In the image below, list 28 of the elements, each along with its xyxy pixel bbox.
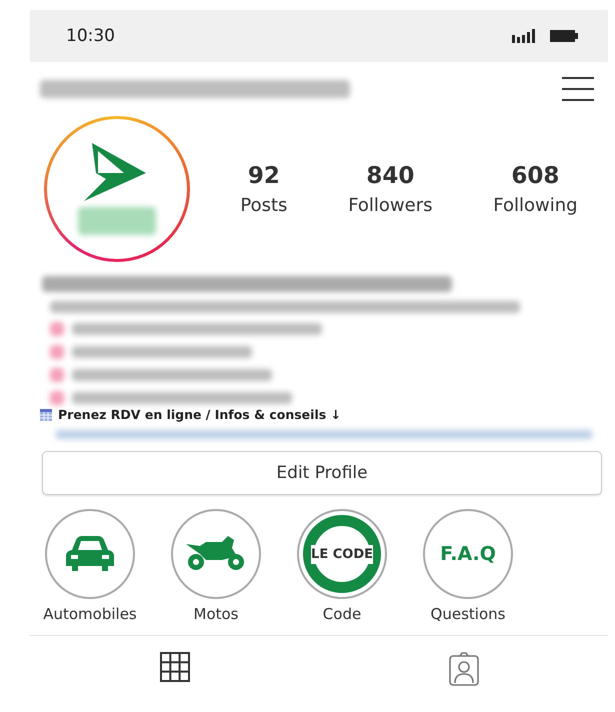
- highlight-text: F.A.Q: [440, 543, 496, 565]
- stat-count: 92: [248, 162, 280, 188]
- stat-count: 840: [366, 162, 414, 188]
- blurred-phone-icon: [50, 368, 64, 382]
- car-icon: [66, 536, 114, 572]
- blurred-phone-icon: [50, 391, 64, 405]
- stat-label[interactable]: Followers: [348, 194, 433, 216]
- menu-icon[interactable]: [562, 76, 594, 102]
- highlight-label[interactable]: Questions: [430, 605, 506, 623]
- stat-label[interactable]: Posts: [240, 194, 288, 216]
- highlight-circle[interactable]: LE CODE: [297, 509, 387, 599]
- blurred-phone-icon: [50, 345, 64, 359]
- stat-count: 608: [511, 162, 560, 188]
- highlight-label[interactable]: Motos: [194, 605, 238, 623]
- bio-text: Prenez RDV en ligne / Infos & conseils ↓: [58, 407, 341, 422]
- highlight-label[interactable]: Automobiles: [43, 605, 137, 623]
- grid-icon[interactable]: [160, 652, 190, 682]
- highlight-label[interactable]: Code: [322, 605, 362, 623]
- edit-profile-button[interactable]: Edit Profile: [42, 451, 602, 495]
- blurred-phone-icon: [50, 322, 64, 336]
- stat-label[interactable]: Following: [493, 194, 578, 216]
- calendar-icon: [40, 408, 52, 420]
- status-time: 10:30: [66, 26, 115, 46]
- person-tag-icon[interactable]: [448, 652, 478, 686]
- motorcycle-icon: [186, 536, 246, 572]
- badge-text: LE CODE: [311, 544, 373, 564]
- highlight-circle[interactable]: F.A.Q: [423, 509, 513, 599]
- battery-icon: [550, 30, 578, 42]
